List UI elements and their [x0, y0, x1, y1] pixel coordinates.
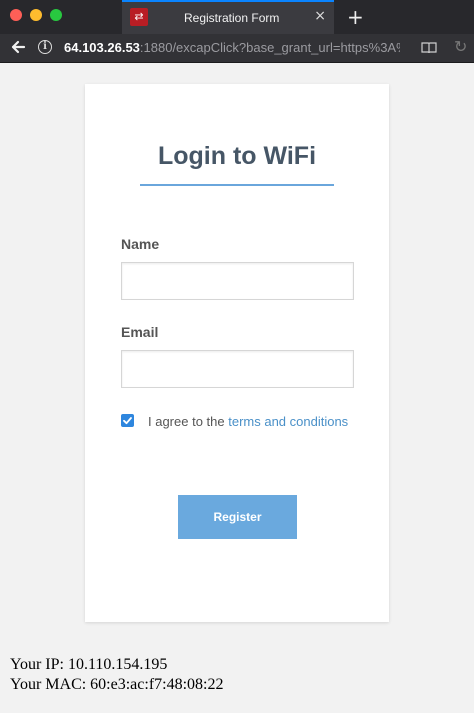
mac-address-text: Your MAC: 60:e3:ac:f7:48:08:22	[10, 676, 224, 693]
title-divider	[140, 184, 334, 186]
checkmark-icon	[123, 417, 132, 425]
window-titlebar: ⇄ Registration Form × +	[0, 0, 474, 34]
zoom-window-button[interactable]	[50, 9, 62, 21]
device-info: Your IP: 10.110.154.195 Your MAC: 60:e3:…	[10, 655, 223, 695]
tab-title: Registration Form	[184, 11, 280, 25]
registration-card: Login to WiFi Name Email I agree to the …	[85, 84, 389, 622]
tab-registration-form[interactable]: ⇄ Registration Form ×	[122, 0, 334, 34]
terms-link[interactable]: terms and conditions	[228, 414, 348, 429]
address-bar[interactable]: 64.103.26.53:1880/excapClick?base_grant_…	[64, 40, 400, 55]
close-window-button[interactable]	[10, 9, 22, 21]
link-favicon-icon: ⇄	[130, 8, 148, 26]
minimize-window-button[interactable]	[30, 9, 42, 21]
back-arrow-icon[interactable]	[10, 39, 26, 60]
new-tab-button[interactable]: +	[347, 5, 364, 29]
reader-view-icon[interactable]	[421, 41, 437, 59]
reload-icon[interactable]: ↻	[454, 37, 467, 56]
site-info-icon[interactable]: i	[38, 40, 52, 54]
close-tab-icon[interactable]: ×	[314, 8, 326, 24]
ip-address-text: Your IP: 10.110.154.195	[10, 656, 168, 673]
agree-checkbox[interactable]	[121, 414, 134, 427]
agree-prefix: I agree to the	[148, 414, 229, 429]
url-host: 64.103.26.53	[64, 40, 140, 55]
email-label: Email	[121, 324, 159, 340]
name-label: Name	[121, 236, 160, 252]
url-path: :1880/excapClick?base_grant_url=https%3A…	[139, 40, 400, 55]
page-title: Login to WiFi	[157, 142, 317, 170]
register-button[interactable]: Register	[178, 495, 297, 539]
navigation-bar: i 64.103.26.53:1880/excapClick?base_gran…	[0, 34, 474, 63]
agree-text: I agree to the terms and conditions	[148, 414, 348, 429]
name-input[interactable]	[121, 262, 354, 300]
email-input[interactable]	[121, 350, 354, 388]
